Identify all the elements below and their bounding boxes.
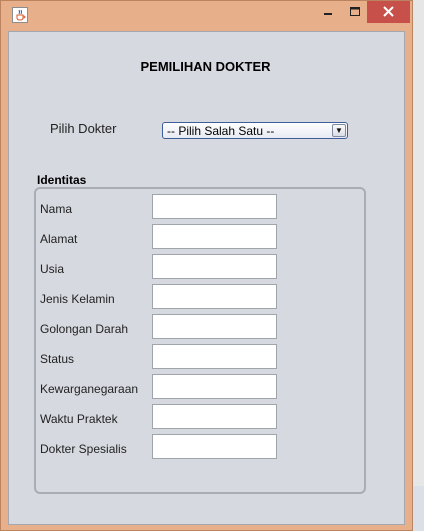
minimize-icon: [324, 13, 332, 15]
golongan-darah-field[interactable]: [152, 314, 277, 339]
doctor-select[interactable]: -- Pilih Salah Satu -- ▼: [162, 122, 348, 139]
label-status: Status: [40, 352, 75, 366]
chevron-down-icon[interactable]: ▼: [332, 124, 346, 137]
jenis-kelamin-field[interactable]: [152, 284, 277, 309]
kewarganegaraan-field[interactable]: [152, 374, 277, 399]
doctor-select-value: -- Pilih Salah Satu --: [167, 124, 275, 138]
label-dokter-spesialis: Dokter Spesialis: [40, 442, 127, 456]
title-bar[interactable]: [1, 1, 412, 31]
usia-field[interactable]: [152, 254, 277, 279]
label-nama: Nama: [40, 202, 73, 216]
identity-section-title: Identitas: [37, 173, 87, 187]
waktu-praktek-field[interactable]: [152, 404, 277, 429]
maximize-icon: [350, 7, 360, 16]
close-button[interactable]: [367, 1, 410, 23]
label-alamat: Alamat: [40, 232, 78, 246]
minimize-button[interactable]: [315, 1, 341, 23]
label-waktu-praktek: Waktu Praktek: [40, 412, 118, 426]
close-icon: [383, 6, 394, 17]
alamat-field[interactable]: [152, 224, 277, 249]
desktop-background-right: [412, 0, 424, 531]
nama-field[interactable]: [152, 194, 277, 219]
doctor-select-label: Pilih Dokter: [50, 121, 117, 136]
label-jenis-kelamin: Jenis Kelamin: [40, 292, 115, 306]
maximize-button[interactable]: [342, 1, 368, 23]
label-kewarganegaraan: Kewarganegaraan: [40, 382, 139, 396]
status-field[interactable]: [152, 344, 277, 369]
page-title: PEMILIHAN DOKTER: [140, 59, 271, 74]
label-golongan-darah: Golongan Darah: [40, 322, 129, 336]
label-usia: Usia: [40, 262, 65, 276]
java-cup-icon[interactable]: [12, 7, 28, 23]
dokter-spesialis-field[interactable]: [152, 434, 277, 459]
